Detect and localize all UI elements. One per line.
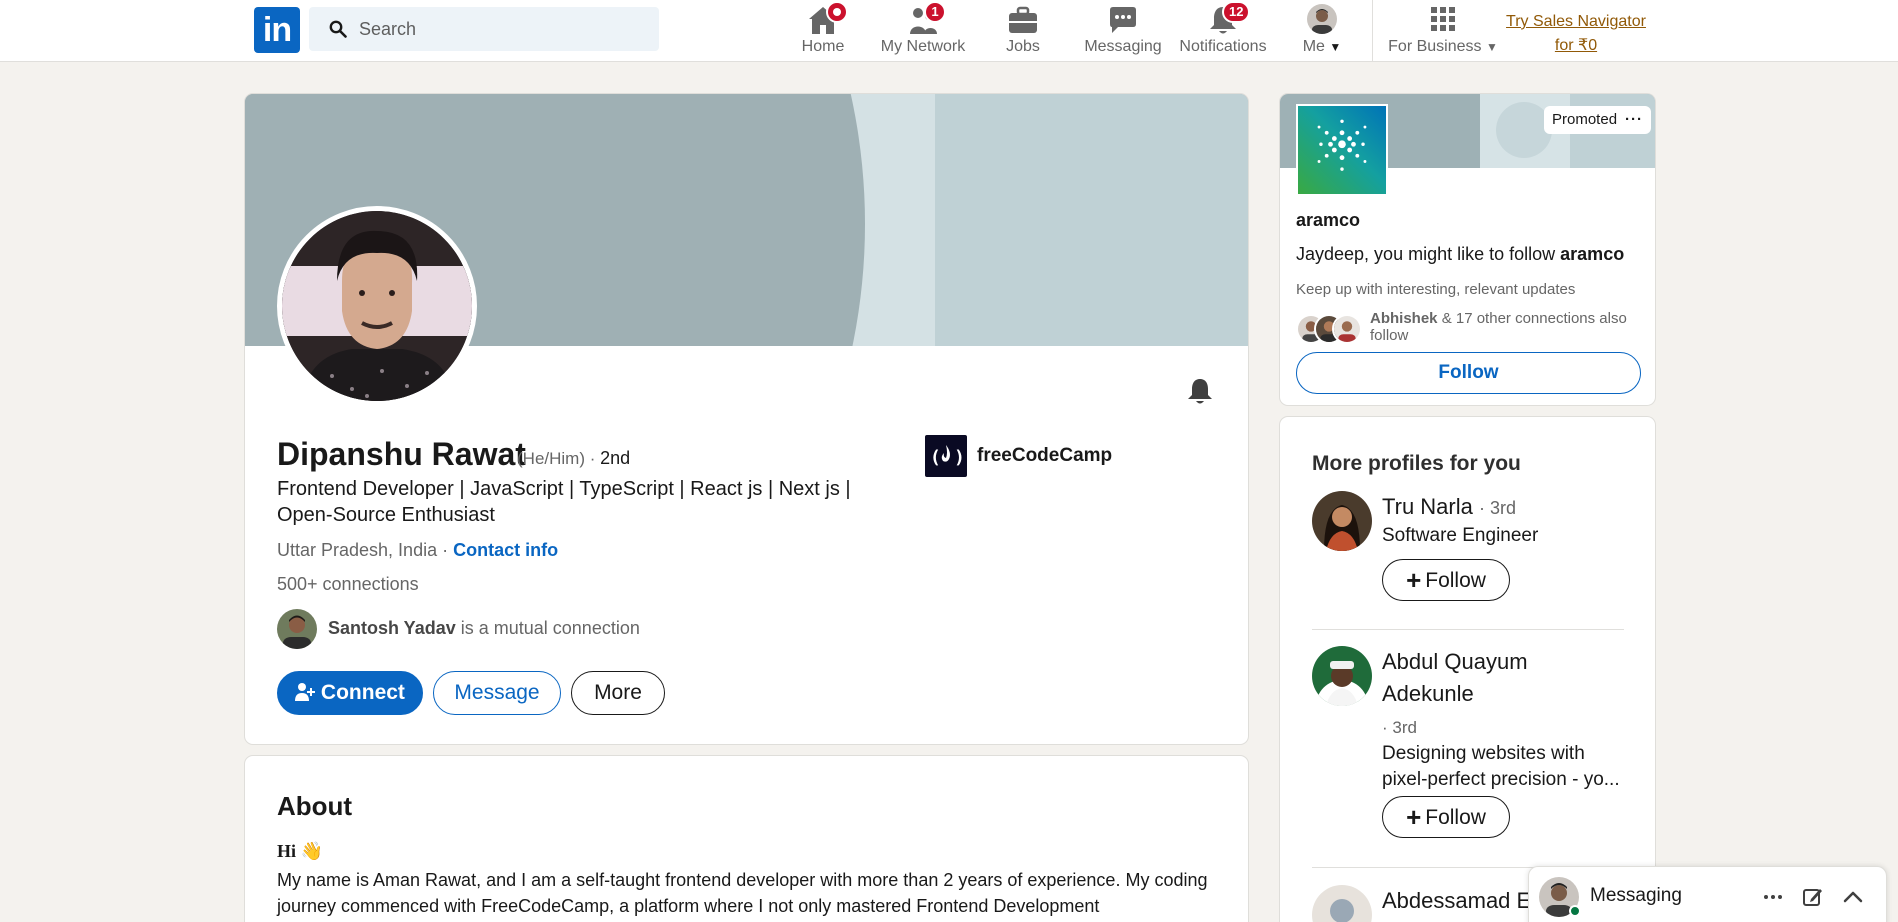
nav-my-network-label: My Network: [880, 38, 966, 55]
connections-count[interactable]: 500+ connections: [277, 574, 419, 595]
banner-panel: [935, 94, 1248, 346]
more-profiles-card: More profiles for you Tru Narla · 3rd So…: [1279, 416, 1656, 922]
messaging-overlay[interactable]: Messaging: [1528, 866, 1887, 922]
mutual-avatar: [277, 609, 317, 649]
caret-down-icon: ▼: [1329, 40, 1342, 54]
follow-button[interactable]: + Follow: [1382, 796, 1510, 838]
suggested-name[interactable]: Abdul Quayum Adekunle: [1382, 646, 1622, 710]
connect-label: Connect: [320, 681, 405, 704]
aramco-logo[interactable]: [1296, 104, 1388, 196]
network-badge: 1: [924, 1, 946, 23]
ad-connection-avatars: [1296, 314, 1364, 344]
search-box[interactable]: [309, 7, 659, 51]
profile-pronouns-degree: (He/Him) · 2nd: [517, 448, 630, 469]
plus-icon: +: [1406, 801, 1422, 832]
avatar[interactable]: [1312, 491, 1372, 551]
more-profiles-title: More profiles for you: [1312, 452, 1521, 475]
suggested-name[interactable]: Tru Narla · 3rd: [1382, 491, 1516, 524]
profile-photo[interactable]: [277, 206, 477, 406]
ad-follow-button[interactable]: Follow: [1296, 352, 1641, 394]
about-card: About Hi 👋 My name is Aman Rawat, and I …: [244, 755, 1249, 922]
connect-button[interactable]: Connect: [277, 671, 423, 715]
nav-jobs[interactable]: Jobs: [988, 0, 1058, 62]
global-nav: in Home 1 My Network Jobs: [0, 0, 1898, 62]
divider: [1312, 629, 1624, 630]
suggested-title: Software Engineer: [1382, 525, 1539, 546]
connection-degree: 2nd: [600, 448, 631, 468]
profile-pronouns: (He/Him) ·: [517, 449, 596, 468]
freecodecamp-logo: (): [925, 435, 967, 477]
suggested-degree: · 3rd: [1382, 718, 1417, 737]
online-status-icon: [1569, 905, 1581, 917]
try-sales-navigator-link[interactable]: Try Sales Navigator for ₹0: [1496, 10, 1656, 58]
ad-subtitle: Keep up with interesting, relevant updat…: [1296, 281, 1576, 298]
ad-company-name[interactable]: aramco: [1296, 210, 1360, 231]
more-button[interactable]: More: [571, 671, 665, 715]
avatar: [1332, 314, 1362, 344]
me-avatar: [1307, 4, 1337, 34]
profile-name: Dipanshu Rawat: [277, 436, 526, 472]
search-input[interactable]: [359, 7, 649, 51]
search-icon: [329, 20, 347, 38]
message-button[interactable]: Message: [433, 671, 561, 715]
nav-jobs-label: Jobs: [1006, 38, 1040, 55]
ad-connections: Abhishek & 17 other connections also fol…: [1296, 310, 1636, 346]
nav-for-business-label: For Business ▼: [1388, 38, 1498, 55]
nav-messaging-label: Messaging: [1084, 38, 1162, 55]
mutual-text: Santosh Yadav is a mutual connection: [328, 618, 640, 638]
nav-messaging[interactable]: Messaging: [1080, 0, 1166, 62]
about-title: About: [277, 791, 353, 821]
profile-location: Uttar Pradesh, India ·: [277, 540, 449, 560]
nav-me[interactable]: Me ▼: [1290, 0, 1354, 62]
plus-icon: +: [1406, 564, 1422, 595]
mutual-name[interactable]: Santosh Yadav: [328, 618, 456, 638]
suggested-profile: Abdul Quayum Adekunle · 3rd Designing we…: [1312, 646, 1624, 838]
notifications-badge: 12: [1222, 1, 1251, 23]
nav-home[interactable]: Home: [788, 0, 858, 62]
about-greeting: Hi 👋: [277, 841, 323, 861]
more-options-icon[interactable]: ···: [1625, 111, 1643, 128]
contact-info-link[interactable]: Contact info: [453, 540, 558, 560]
profile-headline: Frontend Developer | JavaScript | TypeSc…: [277, 478, 851, 526]
ad-connections-text: Abhishek & 17 other connections also fol…: [1370, 310, 1627, 344]
chevron-up-icon[interactable]: [1841, 885, 1865, 909]
company-name: freeCodeCamp: [977, 445, 1113, 466]
suggested-profile: Tru Narla · 3rd Software Engineer + Follo…: [1312, 491, 1624, 611]
grid-icon: [1431, 7, 1455, 31]
avatar[interactable]: [1312, 646, 1372, 706]
more-options-icon[interactable]: [1761, 885, 1785, 909]
promoted-ad-card: Promoted ··· aramco Jaydeep, you might li…: [1279, 93, 1656, 406]
nav-me-label: Me ▼: [1302, 38, 1342, 55]
suggested-title: Designing websites with pixel-perfect pr…: [1382, 743, 1620, 790]
nav-notifications[interactable]: 12 Notifications: [1176, 0, 1270, 62]
messaging-label: Messaging: [1590, 885, 1682, 906]
nav-my-network[interactable]: 1 My Network: [876, 0, 970, 62]
location-row: Uttar Pradesh, India · Contact info: [277, 540, 558, 561]
chat-bubble-icon: [1110, 7, 1136, 33]
svg-text:): ): [954, 447, 965, 468]
add-person-icon: [295, 683, 316, 701]
nav-for-business[interactable]: For Business ▼: [1382, 0, 1504, 62]
promoted-label[interactable]: Promoted ···: [1544, 106, 1652, 134]
briefcase-icon: [1009, 6, 1037, 33]
notify-bell-icon[interactable]: [1183, 374, 1217, 408]
profile-card: Dipanshu Rawat (He/Him) · 2nd Frontend D…: [244, 93, 1249, 745]
ad-follow-prompt: Jaydeep, you might like to follow aramco: [1296, 244, 1625, 264]
avatar[interactable]: [1312, 885, 1372, 922]
compose-icon[interactable]: [1801, 885, 1825, 909]
follow-button[interactable]: + Follow: [1382, 559, 1510, 601]
svg-text:(: (: [930, 447, 941, 468]
nav-divider: [1372, 0, 1373, 62]
home-badge-dot: [826, 1, 848, 23]
nav-notifications-label: Notifications: [1179, 38, 1267, 55]
nav-home-label: Home: [801, 38, 845, 55]
linkedin-logo[interactable]: in: [254, 7, 300, 53]
about-text: My name is Aman Rawat, and I am a self-t…: [277, 870, 1208, 916]
suggested-name[interactable]: Abdessamad El: [1382, 885, 1536, 917]
